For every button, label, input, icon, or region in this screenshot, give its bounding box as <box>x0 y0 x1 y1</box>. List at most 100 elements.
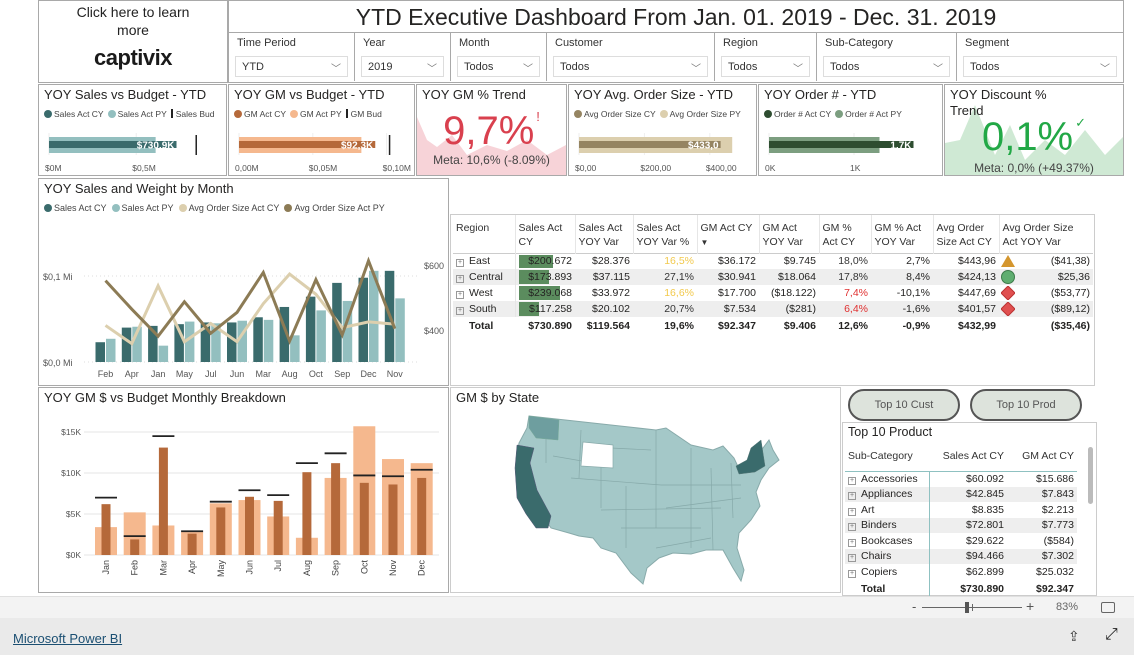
cell: $62.899 <box>966 565 1004 578</box>
total-row: Total $730.890 $119.564 19,6% $92.347 $9.406 1… <box>453 317 1093 335</box>
learn-more-link[interactable]: Click here to learn more <box>39 1 227 39</box>
cell: $7.773 <box>1007 517 1077 533</box>
x-axis-tick: Jul <box>273 560 283 572</box>
x-axis-tick: Feb <box>98 369 114 379</box>
column-header[interactable]: Avg Order Size Act YOY Var <box>998 215 1093 253</box>
slicer-dropdown[interactable]: Todos ﹀ <box>963 56 1117 77</box>
x-axis-tick: Apr <box>125 369 139 379</box>
column-header[interactable]: Sales Act YOY Var <box>574 215 633 253</box>
cell: $94.466 <box>929 548 1007 564</box>
table-title: Top 10 Product <box>848 425 933 439</box>
scrollbar[interactable] <box>1088 447 1093 504</box>
sales-weight-by-month-chart: YOY Sales and Weight by Month Sales Act … <box>38 178 449 386</box>
cell: $29.622 <box>966 534 1004 547</box>
cell-region[interactable]: + East <box>453 253 515 269</box>
cell-sub-category[interactable]: + Binders <box>845 517 930 533</box>
x-axis-tick: Sep <box>331 560 341 576</box>
slicer-dropdown[interactable]: Todos ﹀ <box>553 56 708 77</box>
table-row: + South $117.258 $20.102 20,7% $7.534 ($281) 6,… <box>453 301 1093 317</box>
slicer-value: YTD <box>242 61 264 73</box>
bar-gm-act-cy <box>245 496 254 555</box>
slicer-label: Month <box>459 37 490 49</box>
slicer-time-period: Time Period YTD ﹀ <box>229 33 355 81</box>
slicer-dropdown[interactable]: 2019 ﹀ <box>361 56 444 77</box>
zoom-slider-thumb[interactable] <box>965 602 969 613</box>
cell: ($18.122) <box>771 287 816 299</box>
column-header[interactable]: GM % Act CY <box>818 215 871 253</box>
column-header[interactable]: Sub-Category <box>845 441 929 471</box>
slicer-dropdown[interactable]: Todos ﹀ <box>457 56 540 77</box>
cy-value-label: $730,9K <box>137 141 176 152</box>
fit-page-icon[interactable] <box>1101 602 1115 613</box>
expand-icon: + <box>848 523 856 532</box>
column-header[interactable]: GM Act YOY Var <box>758 215 819 253</box>
cell-region[interactable]: + Central <box>453 269 515 285</box>
cell-region[interactable]: + West <box>453 285 515 301</box>
zoom-out-button[interactable]: - <box>912 599 916 614</box>
cell-sub-category[interactable]: + Appliances <box>845 486 930 502</box>
slicer-dropdown[interactable]: Todos ﹀ <box>721 56 810 77</box>
state-wyoming[interactable] <box>580 441 614 469</box>
top-10-cust-button[interactable]: Top 10 Cust <box>848 389 960 421</box>
cell-region[interactable]: + South <box>453 301 515 317</box>
zoom-in-button[interactable]: + <box>1026 598 1034 614</box>
bar-gm-act-cy <box>417 477 427 555</box>
column-header[interactable]: GM Act CY ▼ <box>696 215 759 253</box>
cell-sub-category[interactable]: + Chairs <box>845 548 930 564</box>
total-cell: $119.564 <box>586 320 630 332</box>
bar-gm-act-cy <box>388 484 398 555</box>
power-bi-link[interactable]: Microsoft Power BI <box>13 631 122 646</box>
column-header[interactable]: Sales Act CY <box>514 215 575 253</box>
cell-sub-category[interactable]: + Copiers <box>845 564 930 580</box>
sort-desc-icon: ▼ <box>700 238 709 247</box>
zoom-slider[interactable] <box>922 602 1022 613</box>
cell: 20,7% <box>633 301 697 317</box>
kpi-target: Meta: 0,0% (+49.37%) <box>974 161 1094 175</box>
cell: $33.972 <box>592 287 630 299</box>
column-header[interactable]: Region <box>453 215 515 253</box>
status-icon: ✓ <box>1075 115 1087 130</box>
bar-sales-act-cy <box>253 317 263 362</box>
alert-diamond-icon <box>1000 285 1016 301</box>
chevron-down-icon: ﹀ <box>793 64 803 75</box>
table-row: + Appliances $42.845 $7.843 <box>845 486 1077 502</box>
bar-gm-act-cy <box>101 504 111 555</box>
cell-sub-category[interactable]: + Bookcases <box>845 533 930 549</box>
state-new-york[interactable] <box>735 439 766 475</box>
footer: Microsoft Power BI ⇪ ⤢ <box>0 618 1134 655</box>
fullscreen-icon[interactable]: ⤢ <box>1105 626 1118 644</box>
column-header[interactable]: Avg Order Size Act CY <box>932 215 999 253</box>
cell: $424,13 <box>933 269 999 285</box>
share-icon[interactable]: ⇪ <box>1068 628 1080 645</box>
gm-by-state-map: GM $ by State <box>450 387 841 593</box>
y2-axis-tick: $600 <box>424 261 444 271</box>
cell: ($584) <box>1043 534 1074 547</box>
axis-tick: $0,5M <box>132 163 156 173</box>
chevron-down-icon: ﹀ <box>427 64 437 75</box>
chevron-down-icon: ﹀ <box>523 64 533 75</box>
logo-panel[interactable]: Click here to learn more captivix <box>38 0 228 83</box>
column-header[interactable]: GM Act CY <box>1007 441 1077 471</box>
us-map-outline <box>515 415 780 585</box>
cell: $7.843 <box>1007 486 1077 502</box>
cell-sub-category[interactable]: + Accessories <box>845 471 930 487</box>
cell: $401,57 <box>933 301 999 317</box>
x-axis-tick: Dec <box>360 369 377 379</box>
slicer-dropdown[interactable]: Todos ﹀ <box>823 56 950 77</box>
cell-sales-act-cy: $173.893 <box>514 269 575 285</box>
kpi-gm-trend: YOY GM % Trend 9,7%! Meta: 10,6% (-8.09%… <box>416 84 567 176</box>
column-header[interactable]: GM % Act YOY Var <box>870 215 933 253</box>
cell-sales-act-cy: $200.672 <box>514 253 575 269</box>
top-10-prod-button[interactable]: Top 10 Prod <box>970 389 1082 421</box>
slicer-dropdown[interactable]: YTD ﹀ <box>235 56 348 77</box>
slicer-value: Todos <box>830 61 860 73</box>
slicer-region: Region Todos ﹀ <box>715 33 817 81</box>
column-header[interactable]: Sales Act CY <box>929 441 1007 471</box>
axis-tick: 1K <box>850 163 861 173</box>
cell-sub-category[interactable]: + Art <box>845 502 930 518</box>
x-axis-tick: Mar <box>256 369 272 379</box>
y-axis-tick: $0K <box>66 550 81 560</box>
cell: $42.845 <box>929 486 1007 502</box>
x-axis-tick: Dec <box>417 560 427 577</box>
column-header[interactable]: Sales Act YOY Var % <box>632 215 697 253</box>
